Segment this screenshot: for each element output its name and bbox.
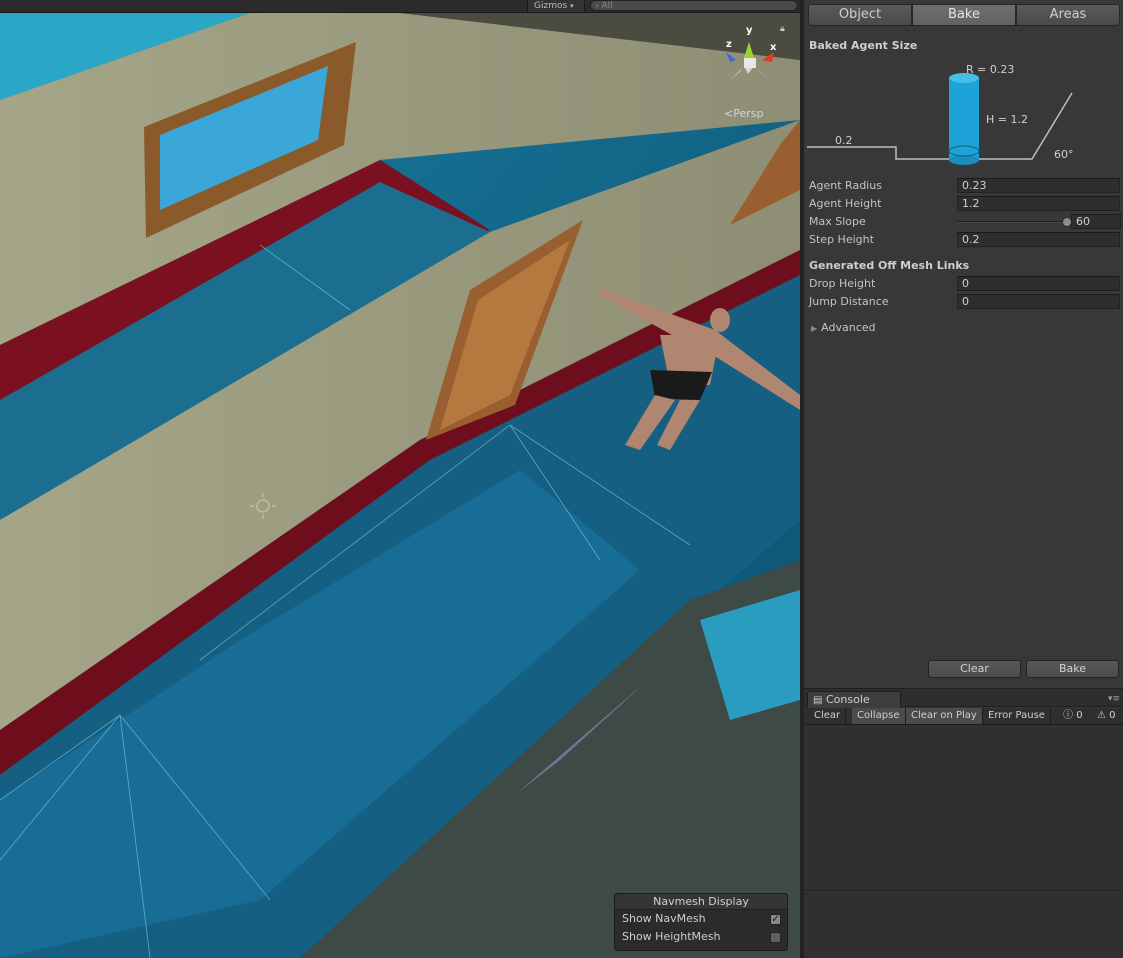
navigation-tabs: Object Bake Areas bbox=[808, 4, 1120, 26]
navmesh-display-title: Navmesh Display bbox=[615, 894, 787, 910]
max-slope-field[interactable]: 60 bbox=[1071, 214, 1121, 229]
agent-radius-field[interactable]: 0.23 bbox=[957, 178, 1120, 193]
console-tabbar: ▤ Console ▾≡ bbox=[804, 689, 1123, 708]
gizmos-dropdown[interactable]: Gizmos ▾ bbox=[527, 0, 585, 12]
drop-height-label: Drop Height bbox=[809, 277, 876, 290]
console-detail-area[interactable] bbox=[804, 892, 1123, 958]
console-toolbar: Clear Collapse Clear on Play Error Pause… bbox=[804, 708, 1123, 725]
scene-view[interactable]: Gizmos ▾ ⌕ All y x z 🔒︎ <Persp Navmesh Dis… bbox=[0, 0, 800, 958]
baked-agent-size-title: Baked Agent Size bbox=[809, 39, 918, 52]
error-pause-toggle[interactable]: Error Pause bbox=[983, 708, 1051, 724]
svg-text:y: y bbox=[746, 25, 753, 36]
step-height-field[interactable]: 0.2 bbox=[957, 232, 1120, 247]
agent-diagram-svg bbox=[807, 73, 1073, 165]
max-slope-row: Max Slope 60 bbox=[809, 214, 1121, 229]
tab-areas[interactable]: Areas bbox=[1016, 4, 1120, 26]
show-navmesh-row: Show NavMesh ✓ bbox=[615, 910, 787, 928]
console-log-list[interactable] bbox=[804, 725, 1123, 891]
max-slope-slider[interactable] bbox=[957, 221, 1067, 223]
offmesh-links-title: Generated Off Mesh Links bbox=[809, 259, 970, 272]
show-heightmesh-row: Show HeightMesh bbox=[615, 928, 787, 946]
console-panel: ▤ Console ▾≡ Clear Collapse Clear on Pla… bbox=[804, 688, 1123, 958]
perspective-icon: < bbox=[724, 107, 734, 120]
drop-height-field[interactable]: 0 bbox=[957, 276, 1120, 291]
search-icon: ⌕ bbox=[595, 1, 600, 10]
warning-icon: ⚠ bbox=[1097, 710, 1106, 721]
orientation-gizmo[interactable]: y x z bbox=[718, 22, 784, 94]
agent-height-label: Agent Height bbox=[809, 197, 882, 210]
collapse-toggle[interactable]: Collapse bbox=[852, 708, 906, 724]
tab-object[interactable]: Object bbox=[808, 4, 912, 26]
console-clear-button[interactable]: Clear bbox=[809, 708, 847, 724]
agent-height-row: Agent Height 1.2 bbox=[809, 196, 1121, 211]
agent-size-diagram: R = 0.23 H = 1.2 0.2 60° bbox=[804, 60, 1123, 172]
clear-on-play-toggle[interactable]: Clear on Play bbox=[906, 708, 983, 724]
console-icon: ▤ bbox=[813, 695, 823, 706]
agent-height-field[interactable]: 1.2 bbox=[957, 196, 1120, 211]
navmesh-display-panel: Navmesh Display Show NavMesh ✓ Show Heig… bbox=[614, 893, 788, 951]
jump-distance-field[interactable]: 0 bbox=[957, 294, 1120, 309]
bake-button[interactable]: Bake bbox=[1026, 660, 1119, 678]
projection-toggle[interactable]: <Persp bbox=[724, 107, 763, 120]
show-heightmesh-checkbox[interactable] bbox=[770, 932, 781, 943]
agent-radius-row: Agent Radius 0.23 bbox=[809, 178, 1121, 193]
scene-toolbar: Gizmos ▾ ⌕ All bbox=[0, 0, 800, 13]
clear-navmesh-button[interactable]: Clear bbox=[928, 660, 1021, 678]
step-label: 0.2 bbox=[835, 134, 853, 147]
scene-search-input[interactable]: ⌕ All bbox=[590, 0, 798, 11]
warning-count-toggle[interactable]: ⚠ 0 bbox=[1097, 708, 1116, 724]
jump-distance-label: Jump Distance bbox=[809, 295, 889, 308]
show-navmesh-checkbox[interactable]: ✓ bbox=[770, 914, 781, 925]
tab-console[interactable]: ▤ Console bbox=[807, 691, 901, 708]
chevron-down-icon: ▾ bbox=[570, 2, 574, 10]
step-height-row: Step Height 0.2 bbox=[809, 232, 1121, 247]
tab-bake[interactable]: Bake bbox=[912, 4, 1016, 26]
scene-viewport[interactable] bbox=[0, 0, 800, 958]
tab-menu-icon[interactable]: ▾≡ bbox=[1108, 694, 1120, 704]
show-heightmesh-label: Show HeightMesh bbox=[622, 930, 721, 943]
step-height-label: Step Height bbox=[809, 233, 874, 246]
error-count-toggle[interactable]: ⓘ 0 bbox=[1063, 708, 1083, 724]
agent-radius-label: Agent Radius bbox=[809, 179, 882, 192]
info-icon: ⓘ bbox=[1063, 710, 1073, 721]
svg-text:x: x bbox=[770, 42, 777, 53]
height-label: H = 1.2 bbox=[986, 113, 1028, 126]
advanced-foldout[interactable]: ▶ Advanced bbox=[811, 321, 876, 334]
radius-label: R = 0.23 bbox=[966, 63, 1015, 76]
lock-icon[interactable]: 🔒︎ bbox=[780, 24, 785, 34]
show-navmesh-label: Show NavMesh bbox=[622, 912, 706, 925]
navigation-panel: Object Bake Areas Baked Agent Size R = 0… bbox=[804, 0, 1123, 688]
max-slope-label: Max Slope bbox=[809, 215, 866, 228]
svg-text:z: z bbox=[726, 39, 732, 50]
jump-distance-row: Jump Distance 0 bbox=[809, 294, 1121, 309]
slope-label: 60° bbox=[1054, 148, 1074, 161]
chevron-right-icon: ▶ bbox=[811, 324, 818, 333]
drop-height-row: Drop Height 0 bbox=[809, 276, 1121, 291]
